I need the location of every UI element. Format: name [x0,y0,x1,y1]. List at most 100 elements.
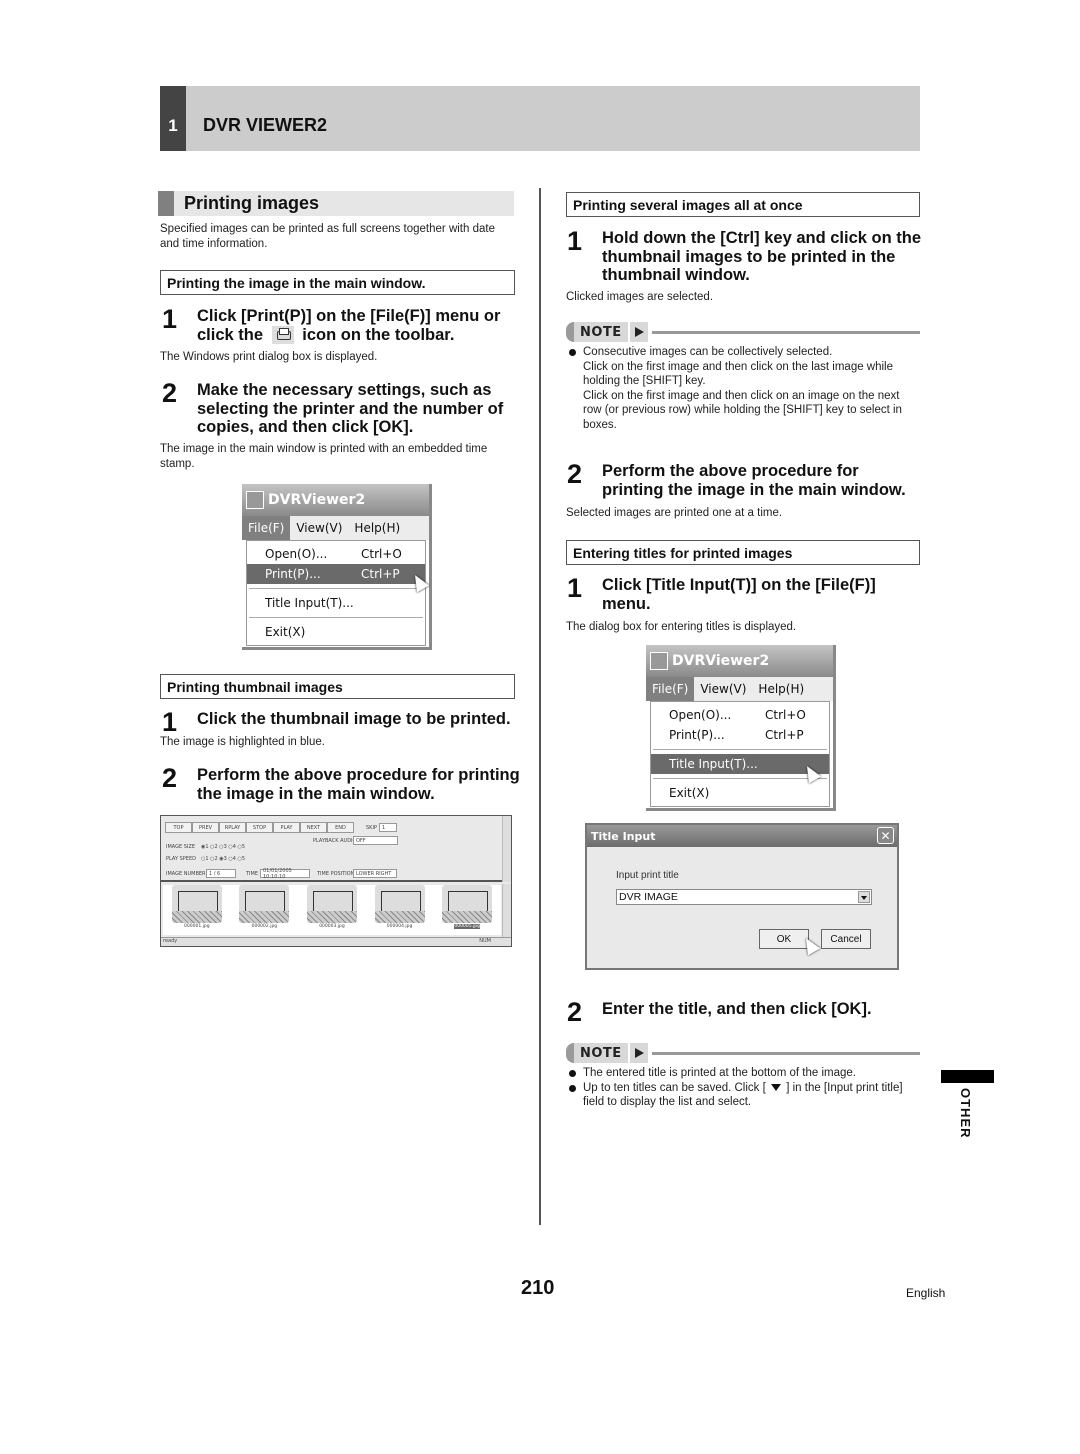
menu-item-exit[interactable]: Exit(X) [247,622,425,642]
num-lock-indicator: NUM [479,938,491,944]
time-field: 01/01/2005 10:10:10 [260,868,310,880]
step-2-perform: 2 Perform the above procedure for printi… [162,763,522,803]
skip-label: SKIP [366,825,377,831]
close-icon[interactable]: ✕ [877,827,894,844]
play-button[interactable]: PLAY [273,822,300,833]
play-speed-label: PLAY SPEED [166,856,196,862]
menu-view[interactable]: View(V) [290,516,348,540]
thumbnail-caption: 000002.jpg [251,924,278,929]
menu-item-title-input[interactable]: Title Input(T)... [247,593,425,613]
step-1-desc: Clicked images are selected. [566,291,714,303]
thumbnail[interactable]: 000002.jpg [238,885,290,935]
subsection-heading-several-images: Printing several images all at once [566,192,920,217]
skip-select[interactable]: 1 [379,823,397,832]
menu-separator [653,778,827,779]
menu-separator [249,617,423,618]
status-text: ready [163,938,178,944]
menu-item-print[interactable]: Print(P)... Ctrl+P [247,564,425,584]
playback-buttons: TOP PREV RPLAY STOP PLAY NEXT END [165,822,354,833]
menu-item-open[interactable]: Open(O)... Ctrl+O [247,544,425,564]
language-label: English [906,1286,946,1300]
note-rule [651,1051,920,1055]
step-1-print: 1 Click [Print(P)] on the [File(F)] menu… [162,305,522,345]
time-label: TIME [246,871,259,877]
control-panel-scrollbar[interactable] [502,816,511,882]
dropdown-arrow-icon[interactable] [858,891,870,903]
note-list: Consecutive images can be collectively s… [566,345,920,432]
subsection-heading-thumbnails: Printing thumbnail images [160,674,515,699]
step-text: Make the necessary settings, such as sel… [197,381,504,436]
thumbnail[interactable]: 000004.jpg [374,885,426,935]
play-speed-radios[interactable]: ○1 ○2 ◉3 ○4 ○5 [201,856,245,862]
file-menu-dropdown: Open(O)... Ctrl+O Print(P)... Ctrl+P Title… [246,540,426,646]
step-text: Click the thumbnail image to be printed. [197,710,511,728]
step-text-line2-post: icon on the toolbar. [302,325,455,344]
thumbnail-caption: 000001.jpg [184,924,210,929]
menu-item-label: Open(O)... [265,547,328,561]
menu-help[interactable]: Help(H) [752,677,810,701]
step-2-desc: The image in the main window is printed … [160,443,488,470]
playback-audio-select[interactable]: OFF [353,836,398,845]
thumbnail-caption: 000005.jpg [454,924,480,929]
prev-button[interactable]: PREV [192,822,219,833]
image-size-radios[interactable]: ◉1 ○2 ○3 ○4 ○5 [201,844,245,850]
menu-item-label: Print(P)... [265,567,321,581]
time-position-select[interactable]: LOWER RIGHT [353,869,397,878]
thumbnail[interactable]: 000003.jpg [306,885,358,935]
menu-file[interactable]: File(F) [242,516,291,540]
step-1-click-thumbnail: 1 Click the thumbnail image to be printe… [162,709,522,736]
step-text: Perform the above procedure for printing… [602,462,906,499]
thumbnail-image [171,885,222,923]
menubar: File(F) View(V) Help(H) [242,516,429,540]
note-arrow-icon [629,322,648,342]
chapter-number: 1 [160,86,186,151]
note-item: Up to ten titles can be saved. Click [ ]… [566,1081,920,1110]
step-2-settings: 2 Make the necessary settings, such as s… [162,378,522,437]
image-number-label: IMAGE NUMBER [166,871,206,877]
top-button[interactable]: TOP [165,822,192,833]
menu-help[interactable]: Help(H) [348,516,406,540]
printer-icon [271,326,294,345]
file-menu-screenshot-title-input: DVRViewer2 File(F) View(V) Help(H) Open(… [646,645,836,811]
thumbnail[interactable]: 000001.jpg [171,885,223,935]
menu-file[interactable]: File(F) [646,677,695,701]
input-print-title-combobox[interactable]: DVR IMAGE [616,889,872,905]
dropdown-triangle-icon [771,1083,782,1091]
step-number: 2 [162,378,178,408]
next-button[interactable]: NEXT [300,822,327,833]
intro-text: Specified images can be printed as full … [160,223,495,250]
cancel-button[interactable]: Cancel [821,929,871,949]
side-tab-marker [941,1070,994,1083]
note-rule [651,330,920,334]
step-text: Hold down the [Ctrl] key and click on th… [602,229,922,284]
note-item: Consecutive images can be collectively s… [566,345,920,432]
input-print-title-label: Input print title [616,870,679,881]
step-number: 2 [567,997,583,1027]
step-1-title-input: 1 Click [Title Input(T)] on the [File(F)… [567,575,922,613]
note-arrow-icon [629,1043,648,1063]
menu-item-label: Exit(X) [669,786,710,800]
dialog-titlebar: Title Input ✕ [587,825,897,847]
section-title-text: Printing images [184,193,320,213]
end-button[interactable]: END [327,822,354,833]
menu-item-shortcut: Ctrl+O [765,708,806,722]
rplay-button[interactable]: RPLAY [219,822,246,833]
menu-item-print[interactable]: Print(P)... Ctrl+P [651,725,829,745]
thumbnail-image [374,885,425,923]
thumbnail-image [306,885,357,923]
step-text: Enter the title, and then click [OK]. [602,1000,872,1018]
chapter-title: DVR VIEWER2 [203,115,328,135]
step-2-desc: Selected images are printed one at a tim… [566,507,783,519]
menu-item-exit[interactable]: Exit(X) [651,783,829,803]
step-text-line2-pre: click the [197,325,264,344]
thumbnail-scrollbar[interactable] [502,884,511,937]
note-header: NOTE [566,1043,920,1063]
title-input-dialog: Title Input ✕ Input print title DVR IMAG… [585,823,899,970]
menu-item-open[interactable]: Open(O)... Ctrl+O [651,705,829,725]
thumbnail-selected[interactable]: 000005.jpg [441,885,493,935]
menu-item-label: Title Input(T)... [669,757,758,771]
menubar: File(F) View(V) Help(H) [646,677,833,701]
step-number: 2 [162,763,178,793]
stop-button[interactable]: STOP [246,822,273,833]
menu-view[interactable]: View(V) [694,677,752,701]
